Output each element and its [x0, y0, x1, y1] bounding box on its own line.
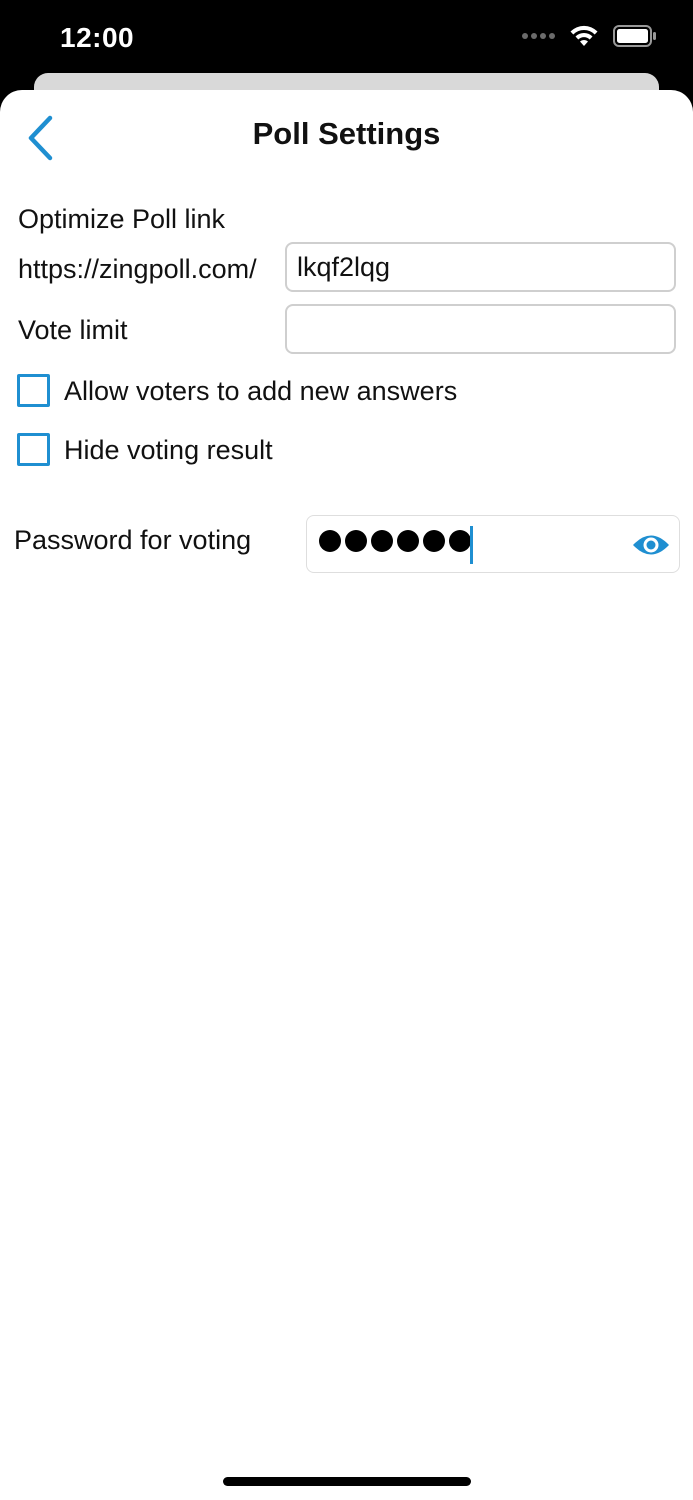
status-icons: [522, 24, 657, 48]
wifi-icon: [570, 25, 598, 46]
page-title: Poll Settings: [252, 116, 441, 151]
link-slug-input[interactable]: lkqf2lqg: [285, 242, 676, 292]
eye-icon: [633, 535, 669, 555]
password-mask: [319, 530, 471, 552]
password-input[interactable]: [306, 515, 680, 573]
hide-result-checkbox[interactable]: [17, 433, 50, 466]
toggle-password-button[interactable]: [631, 525, 671, 565]
signal-dots-icon: [522, 33, 555, 39]
text-caret: [470, 526, 473, 564]
vote-limit-input[interactable]: [285, 304, 676, 354]
password-label: Password for voting: [14, 525, 252, 555]
link-slug-value: lkqf2lqg: [297, 251, 391, 282]
optimize-link-label: Optimize Poll link: [18, 204, 226, 234]
status-time: 12:00: [60, 22, 135, 53]
link-prefix-label: https://zingpoll.com/: [18, 254, 257, 284]
hide-result-label: Hide voting result: [64, 435, 273, 465]
poll-settings-sheet: Poll Settings Optimize Poll link https:/…: [0, 90, 693, 1500]
status-bar: 12:00: [0, 0, 693, 80]
vote-limit-label: Vote limit: [18, 315, 128, 345]
battery-icon: [613, 25, 656, 47]
allow-answers-label: Allow voters to add new answers: [64, 376, 458, 406]
allow-answers-checkbox[interactable]: [17, 374, 50, 407]
home-indicator: [223, 1477, 471, 1486]
